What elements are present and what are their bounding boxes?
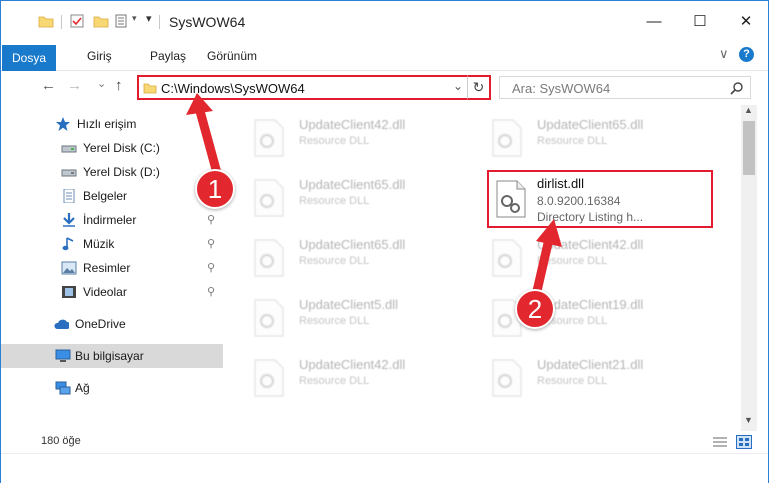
step-badge-1: 1 bbox=[195, 169, 235, 209]
step-badge-2: 2 bbox=[515, 289, 555, 329]
explorer-window: ▾ ▾ SysWOW64 — ☐ ✕ Dosya Giriş Paylaş Gö… bbox=[0, 0, 769, 483]
annotation-arrow-1 bbox=[186, 93, 562, 296]
